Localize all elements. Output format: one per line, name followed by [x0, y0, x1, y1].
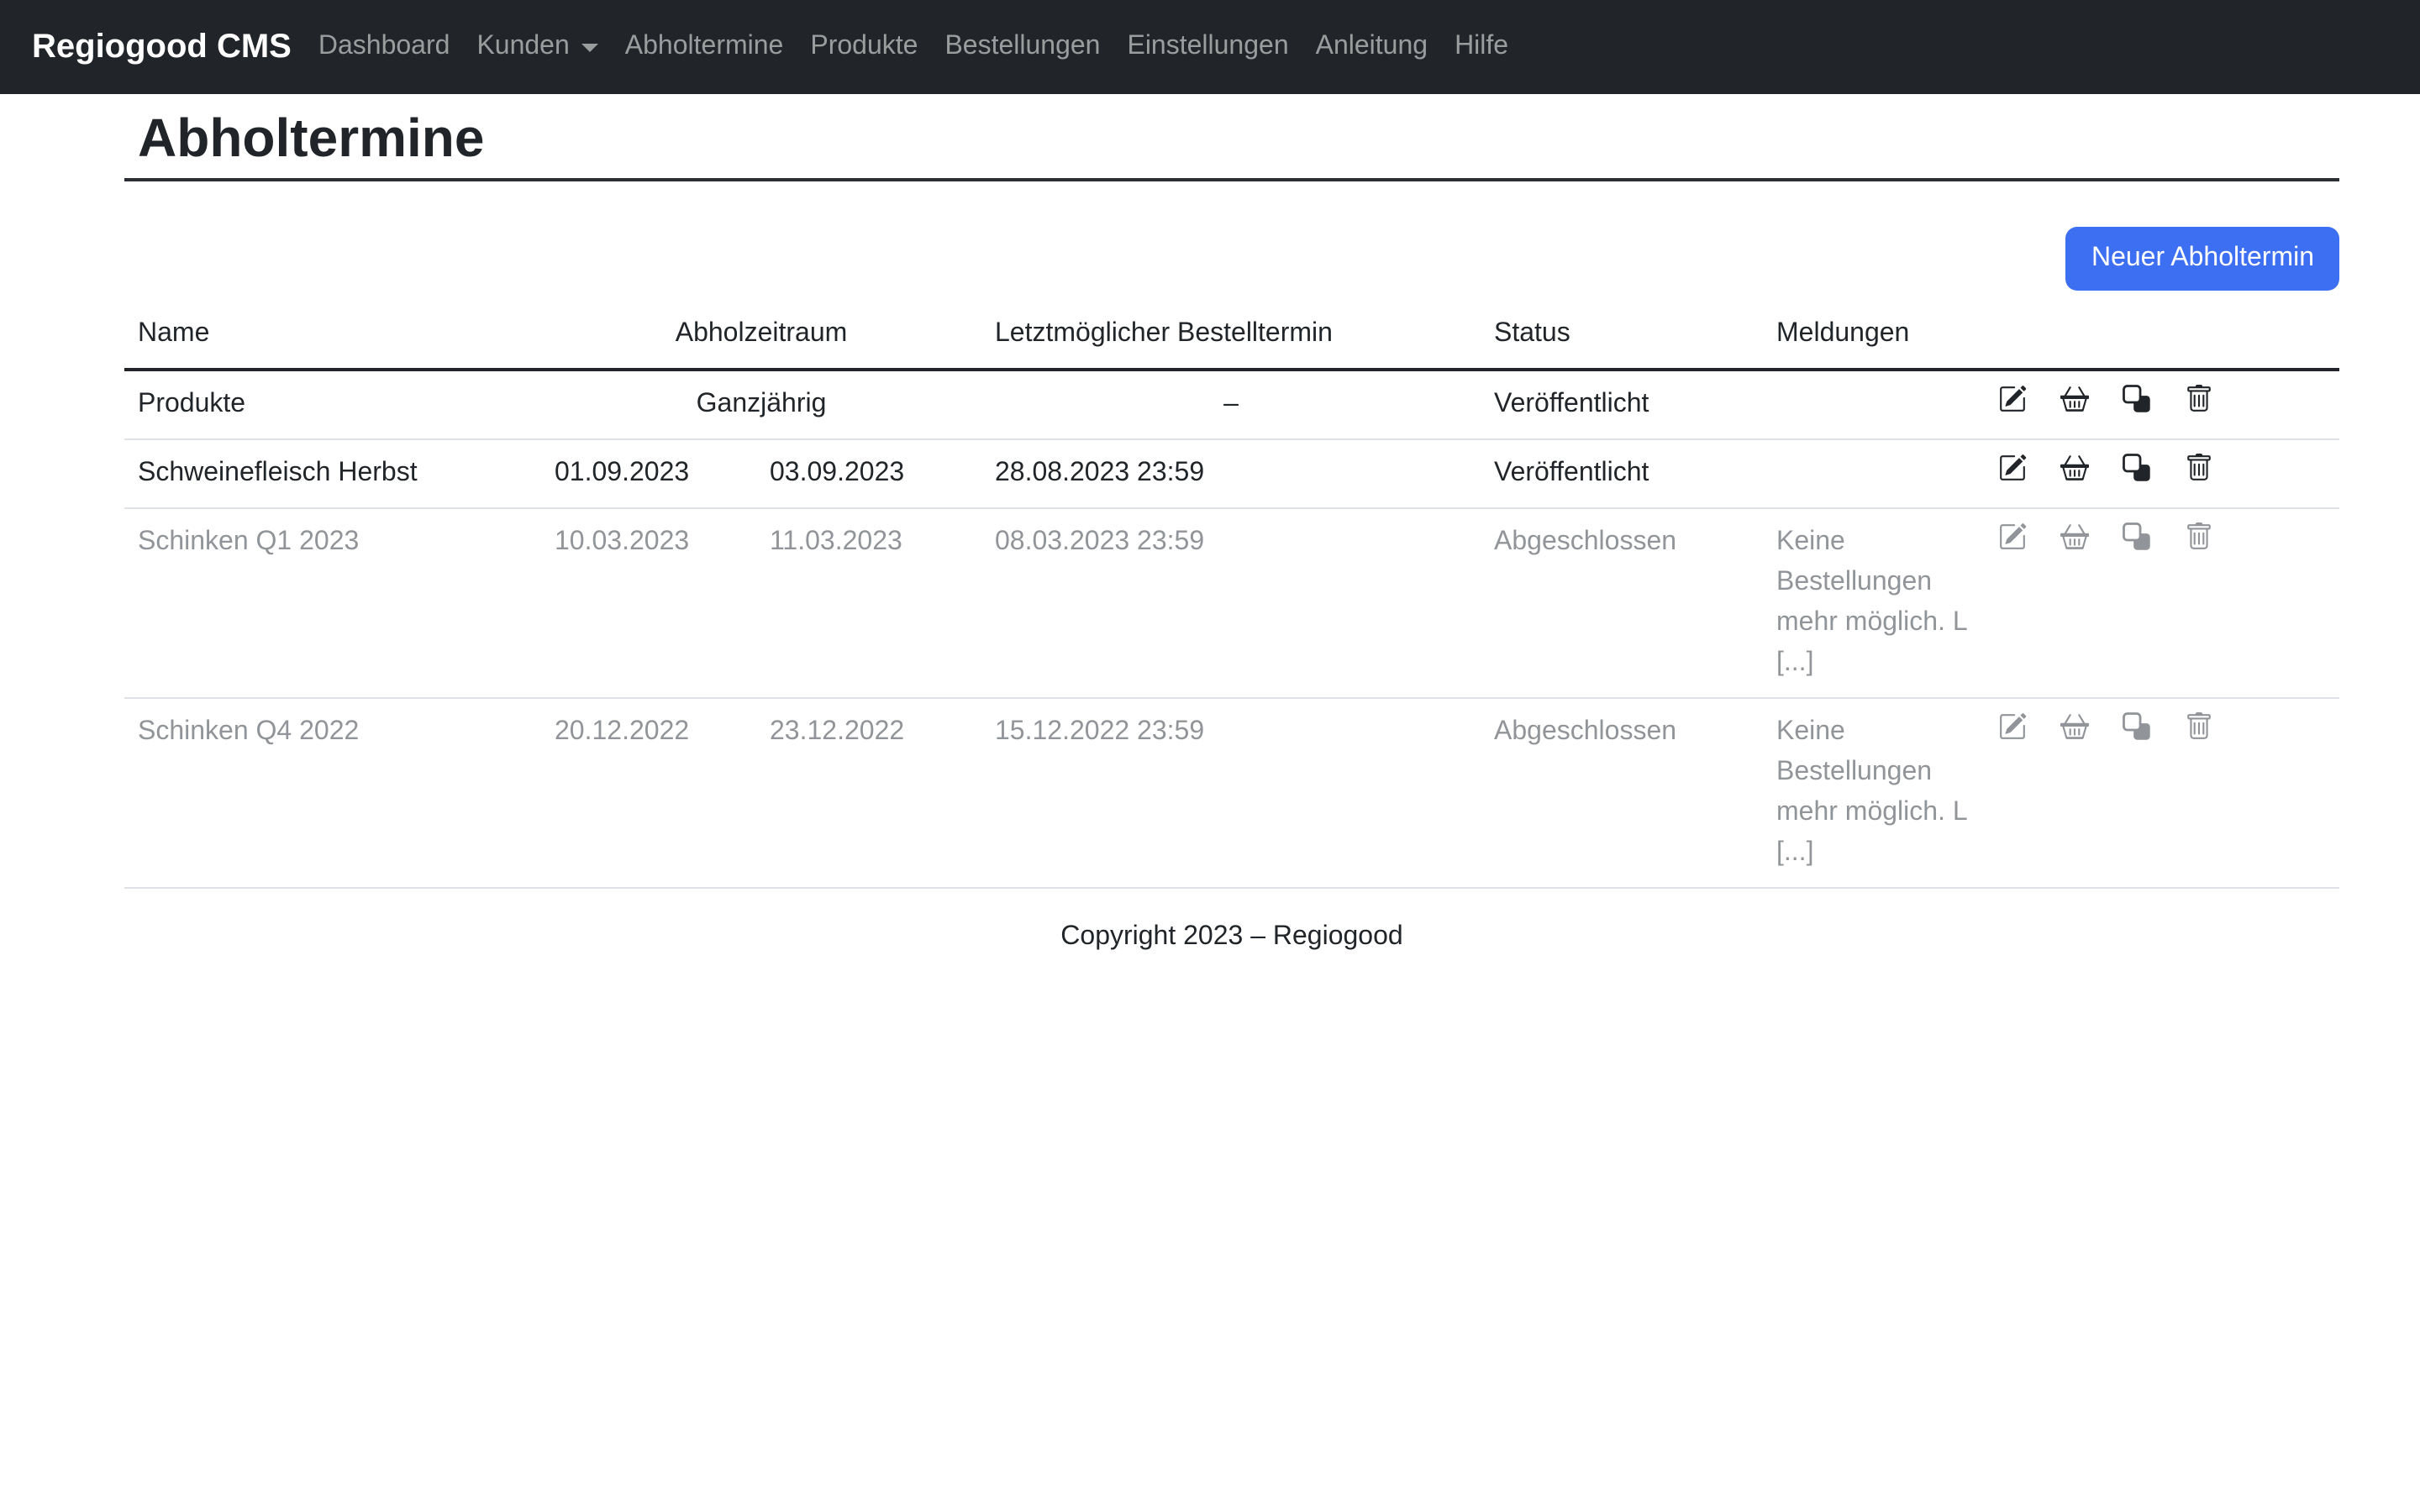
delete-button[interactable] [2185, 454, 2213, 483]
col-header-meldungen: Meldungen [1763, 302, 1985, 370]
col-header-bestelltermin: Letztmöglicher Bestelltermin [981, 302, 1481, 370]
cell-bestelltermin: 28.08.2023 23:59 [981, 440, 1481, 509]
page: Regiogood CMS DashboardKundenAbholtermin… [0, 0, 2420, 1512]
table-row: ProdukteGanzjährig–Veröffentlicht [124, 370, 2339, 440]
main-nav: DashboardKundenAbholtermineProdukteBeste… [305, 18, 1522, 76]
caret-down-icon [581, 43, 598, 51]
footer-copyright: Copyright 2023 – Regiogood [124, 923, 2339, 953]
cell-meldungen: Keine Bestellungen mehr möglich. L [...] [1763, 699, 1985, 889]
cell-name: Schinken Q4 2022 [124, 699, 541, 889]
cell-status: Abgeschlossen [1481, 699, 1763, 889]
trash-icon [2185, 523, 2213, 552]
cell-actions [1985, 509, 2339, 699]
basket-button[interactable] [2060, 523, 2089, 552]
cell-start-date: 10.03.2023 [541, 509, 756, 699]
duplicate-button[interactable] [2123, 454, 2151, 483]
col-header-abholzeitraum: Abholzeitraum [541, 302, 981, 370]
col-header-name: Name [124, 302, 541, 370]
nav-item-kunden[interactable]: Kunden [463, 18, 611, 76]
nav-item-anleitung[interactable]: Anleitung [1302, 18, 1441, 76]
basket-button[interactable] [2060, 713, 2089, 742]
cell-start-date: 20.12.2022 [541, 699, 756, 889]
title-divider [124, 179, 2339, 182]
nav-item-abholtermine[interactable]: Abholtermine [612, 18, 797, 76]
cell-name: Produkte [124, 370, 541, 440]
cell-abholzeitraum: Ganzjährig [541, 370, 981, 440]
nav-item-dashboard[interactable]: Dashboard [305, 18, 464, 76]
col-header-actions [1985, 302, 2339, 370]
nav-item-produkte[interactable]: Produkte [797, 18, 931, 76]
basket-icon [2060, 523, 2089, 552]
edit-button[interactable] [1998, 454, 2027, 483]
cell-end-date: 23.12.2022 [756, 699, 981, 889]
edit-button[interactable] [1998, 713, 2027, 742]
table-row: Schinken Q1 202310.03.202311.03.202308.0… [124, 509, 2339, 699]
duplicate-icon [2123, 523, 2151, 552]
duplicate-button[interactable] [2123, 713, 2151, 742]
abholtermine-table: Name Abholzeitraum Letztmöglicher Bestel… [124, 302, 2339, 890]
pencil-square-icon [1998, 386, 2027, 414]
cell-start-date: 01.09.2023 [541, 440, 756, 509]
main-content: Abholtermine Neuer Abholtermin Name Abho… [124, 94, 2339, 953]
cell-name: Schweinefleisch Herbst [124, 440, 541, 509]
cell-bestelltermin: – [981, 370, 1481, 440]
table-header-row: Name Abholzeitraum Letztmöglicher Bestel… [124, 302, 2339, 370]
cell-bestelltermin: 15.12.2022 23:59 [981, 699, 1481, 889]
basket-icon [2060, 386, 2089, 414]
basket-button[interactable] [2060, 454, 2089, 483]
cell-name: Schinken Q1 2023 [124, 509, 541, 699]
brand-logo[interactable]: Regiogood CMS [32, 28, 292, 66]
basket-icon [2060, 454, 2089, 483]
delete-button[interactable] [2185, 386, 2213, 414]
cell-status: Veröffentlicht [1481, 440, 1763, 509]
cell-status: Veröffentlicht [1481, 370, 1763, 440]
nav-item-hilfe[interactable]: Hilfe [1441, 18, 1522, 76]
pencil-square-icon [1998, 454, 2027, 483]
cell-bestelltermin: 08.03.2023 23:59 [981, 509, 1481, 699]
duplicate-button[interactable] [2123, 386, 2151, 414]
delete-button[interactable] [2185, 713, 2213, 742]
cell-end-date: 11.03.2023 [756, 509, 981, 699]
basket-icon [2060, 713, 2089, 742]
cell-meldungen: Keine Bestellungen mehr möglich. L [...] [1763, 509, 1985, 699]
trash-icon [2185, 713, 2213, 742]
cell-meldungen [1763, 440, 1985, 509]
cell-end-date: 03.09.2023 [756, 440, 981, 509]
new-abholtermin-button[interactable]: Neuer Abholtermin [2066, 228, 2339, 291]
navbar: Regiogood CMS DashboardKundenAbholtermin… [0, 0, 2420, 94]
duplicate-icon [2123, 713, 2151, 742]
duplicate-icon [2123, 454, 2151, 483]
basket-button[interactable] [2060, 386, 2089, 414]
pencil-square-icon [1998, 523, 2027, 552]
toolbar: Neuer Abholtermin [124, 228, 2339, 291]
table-row: Schweinefleisch Herbst01.09.202303.09.20… [124, 440, 2339, 509]
trash-icon [2185, 454, 2213, 483]
nav-item-einstellungen[interactable]: Einstellungen [1113, 18, 1302, 76]
nav-item-bestellungen[interactable]: Bestellungen [931, 18, 1113, 76]
page-title: Abholtermine [124, 106, 2339, 171]
col-header-status: Status [1481, 302, 1763, 370]
table-row: Schinken Q4 202220.12.202223.12.202215.1… [124, 699, 2339, 889]
cell-meldungen [1763, 370, 1985, 440]
edit-button[interactable] [1998, 386, 2027, 414]
duplicate-icon [2123, 386, 2151, 414]
edit-button[interactable] [1998, 523, 2027, 552]
cell-actions [1985, 699, 2339, 889]
duplicate-button[interactable] [2123, 523, 2151, 552]
cell-status: Abgeschlossen [1481, 509, 1763, 699]
cell-actions [1985, 370, 2339, 440]
delete-button[interactable] [2185, 523, 2213, 552]
trash-icon [2185, 386, 2213, 414]
pencil-square-icon [1998, 713, 2027, 742]
cell-actions [1985, 440, 2339, 509]
